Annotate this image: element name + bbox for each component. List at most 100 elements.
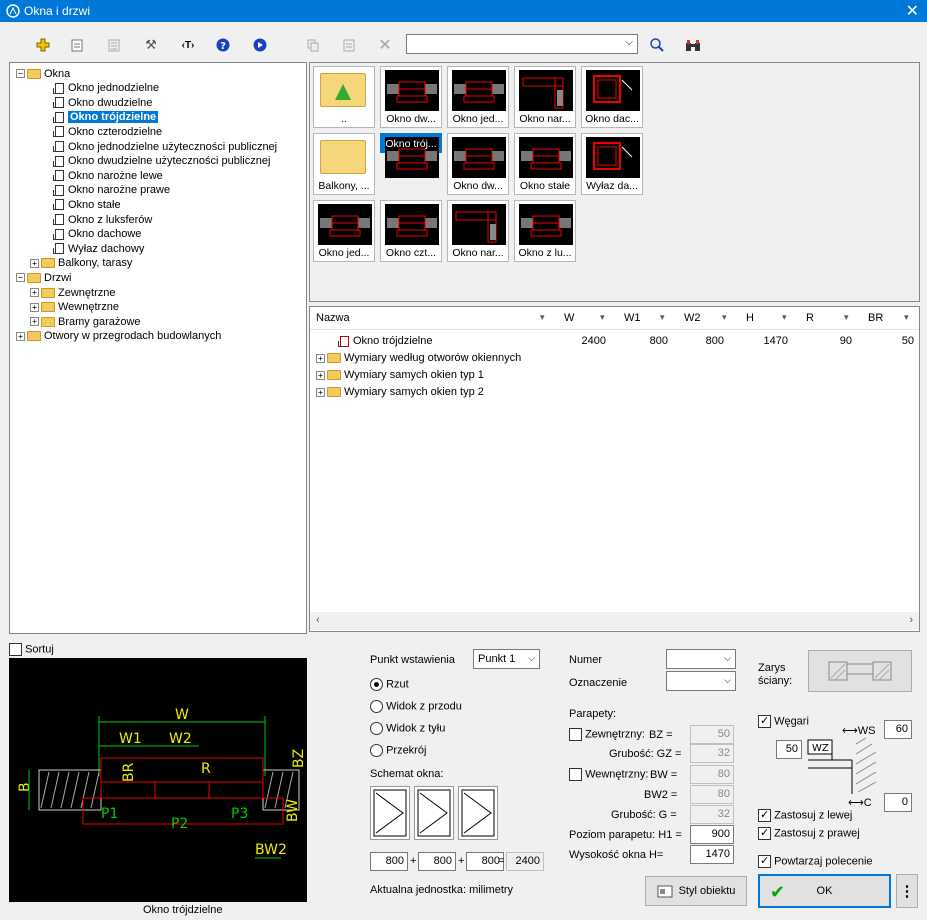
insert-point-select[interactable]: Punkt 1 ⌵ [473,649,540,669]
chevron-down-icon[interactable]: ⌵ [625,37,633,48]
zew-checkbox[interactable]: Zewnętrzny: [569,728,645,741]
tree-item[interactable]: + Bramy garażowe [30,314,141,329]
expand-icon[interactable]: + [316,387,325,397]
view-radio[interactable]: Rzut [370,678,409,691]
tree-item[interactable]: Okno stałe [44,197,121,212]
tree-item[interactable]: Okno dwudzielne [44,95,152,110]
binoculars-icon[interactable] [682,34,704,56]
copy-icon[interactable] [302,34,324,56]
thumbnail-item[interactable]: Balkony, ... [313,133,375,195]
grid-row[interactable]: Okno trójdzielne [316,333,433,349]
column-header[interactable]: W [564,307,574,329]
edit-icon[interactable] [66,34,88,56]
expand-icon[interactable]: + [16,331,25,341]
c-input[interactable]: 0 [884,793,912,812]
tree-item[interactable]: Okno dachowe [44,227,141,242]
thumbnail-item[interactable]: Okno czt... [380,200,442,262]
thumbnail-item[interactable]: Okno nar... [447,200,509,262]
column-filter-icon[interactable]: ▾ [904,312,909,323]
thumbnail-item[interactable]: Okno dac... [581,66,643,128]
more-button[interactable]: ⋮ [896,874,918,908]
tree-item[interactable]: Okno czterodzielne [44,124,162,139]
search-combobox[interactable]: ⌵ [406,34,638,54]
grid-cell-value[interactable]: 1470 [748,335,788,347]
thumbnail-item[interactable]: Okno z lu... [514,200,576,262]
grid-row[interactable]: + Wymiary według otworów okiennych [316,350,521,366]
expand-icon[interactable]: + [30,258,39,268]
tree-item[interactable]: Okno narożne lewe [44,168,163,183]
thumbnail-item[interactable]: Okno stałe [514,133,576,195]
schema-width-2[interactable]: 800 [418,852,456,871]
column-filter-icon[interactable]: ▾ [660,312,665,323]
tree-item[interactable]: + Balkony, tarasy [30,256,132,271]
grid-cell-value[interactable]: 90 [812,335,852,347]
grid-cell-value[interactable]: 50 [874,335,914,347]
thumbnail-item[interactable]: Wyłaz da... [581,133,643,195]
oznaczenie-select[interactable]: ⌵ [666,671,736,691]
h1-input[interactable]: 900 [690,825,734,844]
close-icon[interactable]: ✕ [906,1,919,21]
gz-input[interactable]: 32 [690,744,734,763]
properties-icon[interactable] [338,34,360,56]
column-filter-icon[interactable]: ▾ [600,312,605,323]
thumbnail-item[interactable]: Okno jed... [447,66,509,128]
grid-cell-value[interactable]: 2400 [566,335,606,347]
thumbnail-panel[interactable]: .. Okno dw... Okno jed... Okno nar... Okno d… [309,62,920,302]
sort-checkbox[interactable]: Sortuj [9,643,54,656]
grid-cell-value[interactable]: 800 [684,335,724,347]
bz-input[interactable]: 50 [690,725,734,744]
tree-item[interactable]: Wyłaz dachowy [44,241,144,256]
bw-input[interactable]: 80 [690,765,734,784]
wegar-checkbox[interactable]: Węgari [758,714,809,728]
expand-icon[interactable]: + [30,317,39,327]
column-filter-icon[interactable]: ▾ [722,312,727,323]
tree-item[interactable]: Okno dwudzielne użyteczności publicznej [44,154,270,169]
thumbnail-item[interactable]: Okno dw... [447,133,509,195]
view-radio[interactable]: Widok z tyłu [370,722,445,735]
horizontal-scrollbar[interactable]: ‹ › [310,612,919,630]
apply-right-checkbox[interactable]: Zastosuj z prawej [758,826,860,840]
tree-item[interactable]: + Zewnętrzne [30,285,115,300]
scroll-left-icon[interactable]: ‹ [316,614,320,626]
thumbnail-item[interactable]: .. [313,66,375,128]
schema-width-1[interactable]: 800 [370,852,408,871]
ok-button[interactable]: ✔ OK [758,874,891,908]
tree-item[interactable]: Okno trójdzielne [44,110,159,125]
tree-item[interactable]: Okno z luksferów [44,212,152,227]
view-radio[interactable]: Widok z przodu [370,700,462,713]
object-style-button[interactable]: Styl obiektu [645,876,747,906]
tree-item[interactable]: + Otwory w przegrodach budowlanych [16,329,221,344]
grid-row[interactable]: + Wymiary samych okien typ 2 [316,384,484,400]
collapse-icon[interactable]: − [16,273,25,283]
wz-input[interactable]: 50 [776,740,802,759]
column-filter-icon[interactable]: ▾ [844,312,849,323]
bw2-input[interactable]: 80 [690,785,734,804]
schema-sash-2[interactable] [414,786,454,840]
column-header[interactable]: H [746,307,754,329]
delete-icon[interactable]: ✕ [374,34,396,56]
numer-select[interactable]: ⌵ [666,649,736,669]
expand-icon[interactable]: + [316,370,325,380]
wall-outline-button[interactable] [808,650,912,692]
column-header[interactable]: W2 [684,307,701,329]
scroll-right-icon[interactable]: › [909,614,913,626]
expand-icon[interactable]: + [316,353,325,363]
thumbnail-item[interactable]: Okno dw... [380,66,442,128]
column-header[interactable]: W1 [624,307,641,329]
grid-cell-value[interactable]: 800 [628,335,668,347]
thumbnail-item[interactable]: Okno jed... [313,200,375,262]
expand-icon[interactable]: + [30,288,39,297]
schema-sash-3[interactable] [458,786,498,840]
apply-left-checkbox[interactable]: Zastosuj z lewej [758,808,852,822]
parameter-grid[interactable]: Nazwa ▾ W ▾ W1 ▾ W2 ▾ H ▾ R ▾ BR ▾ Okno trójdzielne 24… [309,306,920,632]
help-icon[interactable]: ? [212,34,234,56]
search-icon[interactable] [646,34,668,56]
wew-checkbox[interactable]: Wewnętrzny: [569,768,648,781]
g-input[interactable]: 32 [690,805,734,824]
repeat-checkbox[interactable]: Powtarzaj polecenie [758,854,873,868]
ws-input[interactable]: 60 [884,720,912,739]
tree-item[interactable]: − Drzwi [16,270,72,285]
add-icon[interactable] [32,34,54,56]
tree-item[interactable]: Okno narożne prawe [44,183,170,198]
tools-icon[interactable]: ⚒ [140,34,162,56]
